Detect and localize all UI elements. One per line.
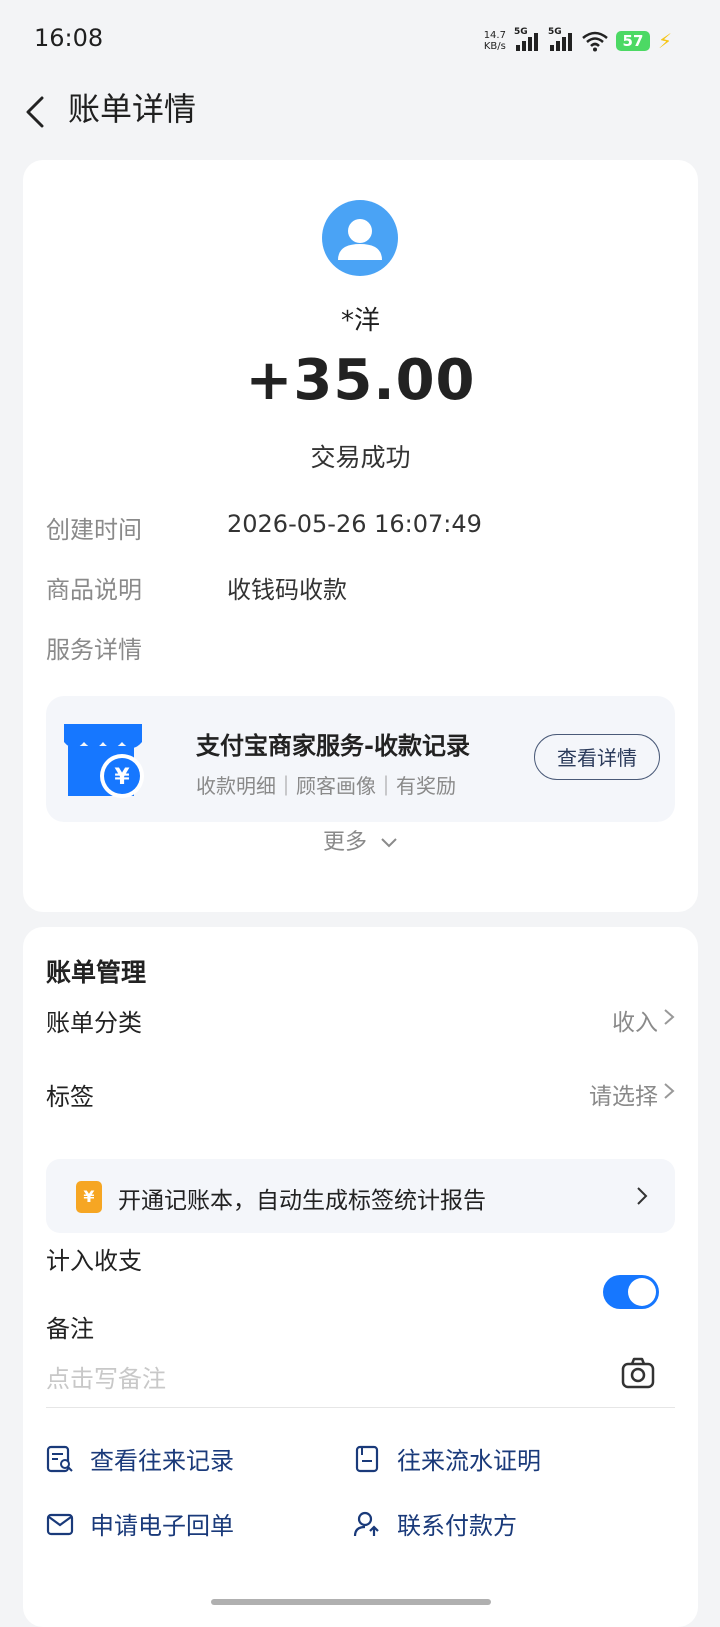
user-icon [338, 219, 382, 260]
transaction-status: 交易成功 [310, 443, 411, 472]
include-label: 计入收支 [46, 1247, 142, 1275]
category-value: 收入 [612, 1010, 658, 1036]
bill-management-card: 账单管理 账单分类 收入 标签 请选择 ¥ 开通记账本，自动生成标签统计报告 计… [23, 927, 698, 1627]
back-icon[interactable] [20, 92, 50, 132]
mail-icon [46, 1513, 74, 1535]
product-label: 商品说明 [46, 576, 142, 604]
status-bar: 16:08 14.7 KB/s 5G 5G 57 ⚡ [0, 0, 720, 80]
view-history-label: 查看往来记录 [90, 1447, 234, 1475]
category-label: 账单分类 [46, 1009, 142, 1037]
signal-icon: 5G [514, 27, 540, 53]
wifi-icon [582, 31, 608, 52]
divider [46, 1407, 675, 1408]
home-indicator[interactable] [211, 1599, 491, 1605]
network-speed: 14.7 KB/s [483, 30, 506, 52]
tag-value: 请选择 [589, 1084, 658, 1110]
toggle-knob [628, 1278, 656, 1306]
status-time: 16:08 [34, 24, 104, 52]
battery-icon: 57 [615, 31, 650, 51]
transaction-card: *洋 +35.00 交易成功 创建时间 2026-05-26 16:07:49 … [23, 160, 698, 912]
contact-payer-link[interactable]: 联系付款方 [353, 1506, 517, 1541]
status-icons: 14.7 KB/s 5G 5G 57 ⚡ [483, 27, 672, 54]
view-history-link[interactable]: 查看往来记录 [46, 1441, 234, 1476]
section-title: 账单管理 [46, 958, 147, 987]
chevron-down-icon [381, 838, 397, 848]
flow-certificate-link[interactable]: 往来流水证明 [353, 1441, 541, 1476]
more-label: 更多 [322, 830, 367, 855]
merchant-service-card[interactable]: ¥ 支付宝商家服务-收款记录 收款明细｜顾客画像｜有奖励 查看详情 [46, 696, 675, 822]
certificate-icon [355, 1445, 379, 1472]
signal-icon: 5G [548, 27, 574, 53]
tag-label: 标签 [46, 1083, 94, 1111]
svg-text:¥: ¥ [114, 765, 130, 790]
shop-icon: ¥ [64, 724, 144, 798]
transaction-amount: +35.00 [245, 348, 476, 413]
avatar [322, 200, 398, 276]
create-time-value: 2026-05-26 16:07:49 [227, 510, 482, 538]
bookkeeping-promo[interactable]: ¥ 开通记账本，自动生成标签统计报告 [46, 1159, 675, 1233]
product-value: 收钱码收款 [227, 576, 347, 604]
include-toggle[interactable] [603, 1275, 659, 1309]
note-input[interactable]: 点击写备注 [46, 1359, 166, 1394]
e-receipt-link[interactable]: 申请电子回单 [46, 1506, 234, 1541]
chevron-right-icon [637, 1187, 648, 1205]
promo-text: 开通记账本，自动生成标签统计报告 [118, 1188, 486, 1214]
page-title: 账单详情 [68, 90, 197, 128]
chevron-right-icon [664, 1083, 675, 1099]
note-label: 备注 [46, 1315, 94, 1343]
chevron-right-icon [664, 1009, 675, 1025]
create-time-label: 创建时间 [46, 516, 142, 544]
camera-icon[interactable] [621, 1357, 655, 1389]
charging-icon: ⚡ [657, 29, 672, 53]
more-button[interactable]: 更多 [23, 824, 698, 856]
record-search-icon [46, 1445, 73, 1472]
service-title: 支付宝商家服务-收款记录 [196, 732, 470, 760]
e-receipt-label: 申请电子回单 [90, 1512, 234, 1540]
view-details-button[interactable]: 查看详情 [534, 734, 660, 780]
contact-payer-label: 联系付款方 [397, 1512, 517, 1540]
coupon-icon: ¥ [76, 1181, 102, 1213]
contact-user-icon [353, 1511, 379, 1536]
service-subtitle: 收款明细｜顾客画像｜有奖励 [196, 774, 456, 798]
flow-certificate-label: 往来流水证明 [397, 1447, 541, 1475]
service-label: 服务详情 [46, 636, 142, 664]
payer-name: *洋 [340, 306, 380, 336]
